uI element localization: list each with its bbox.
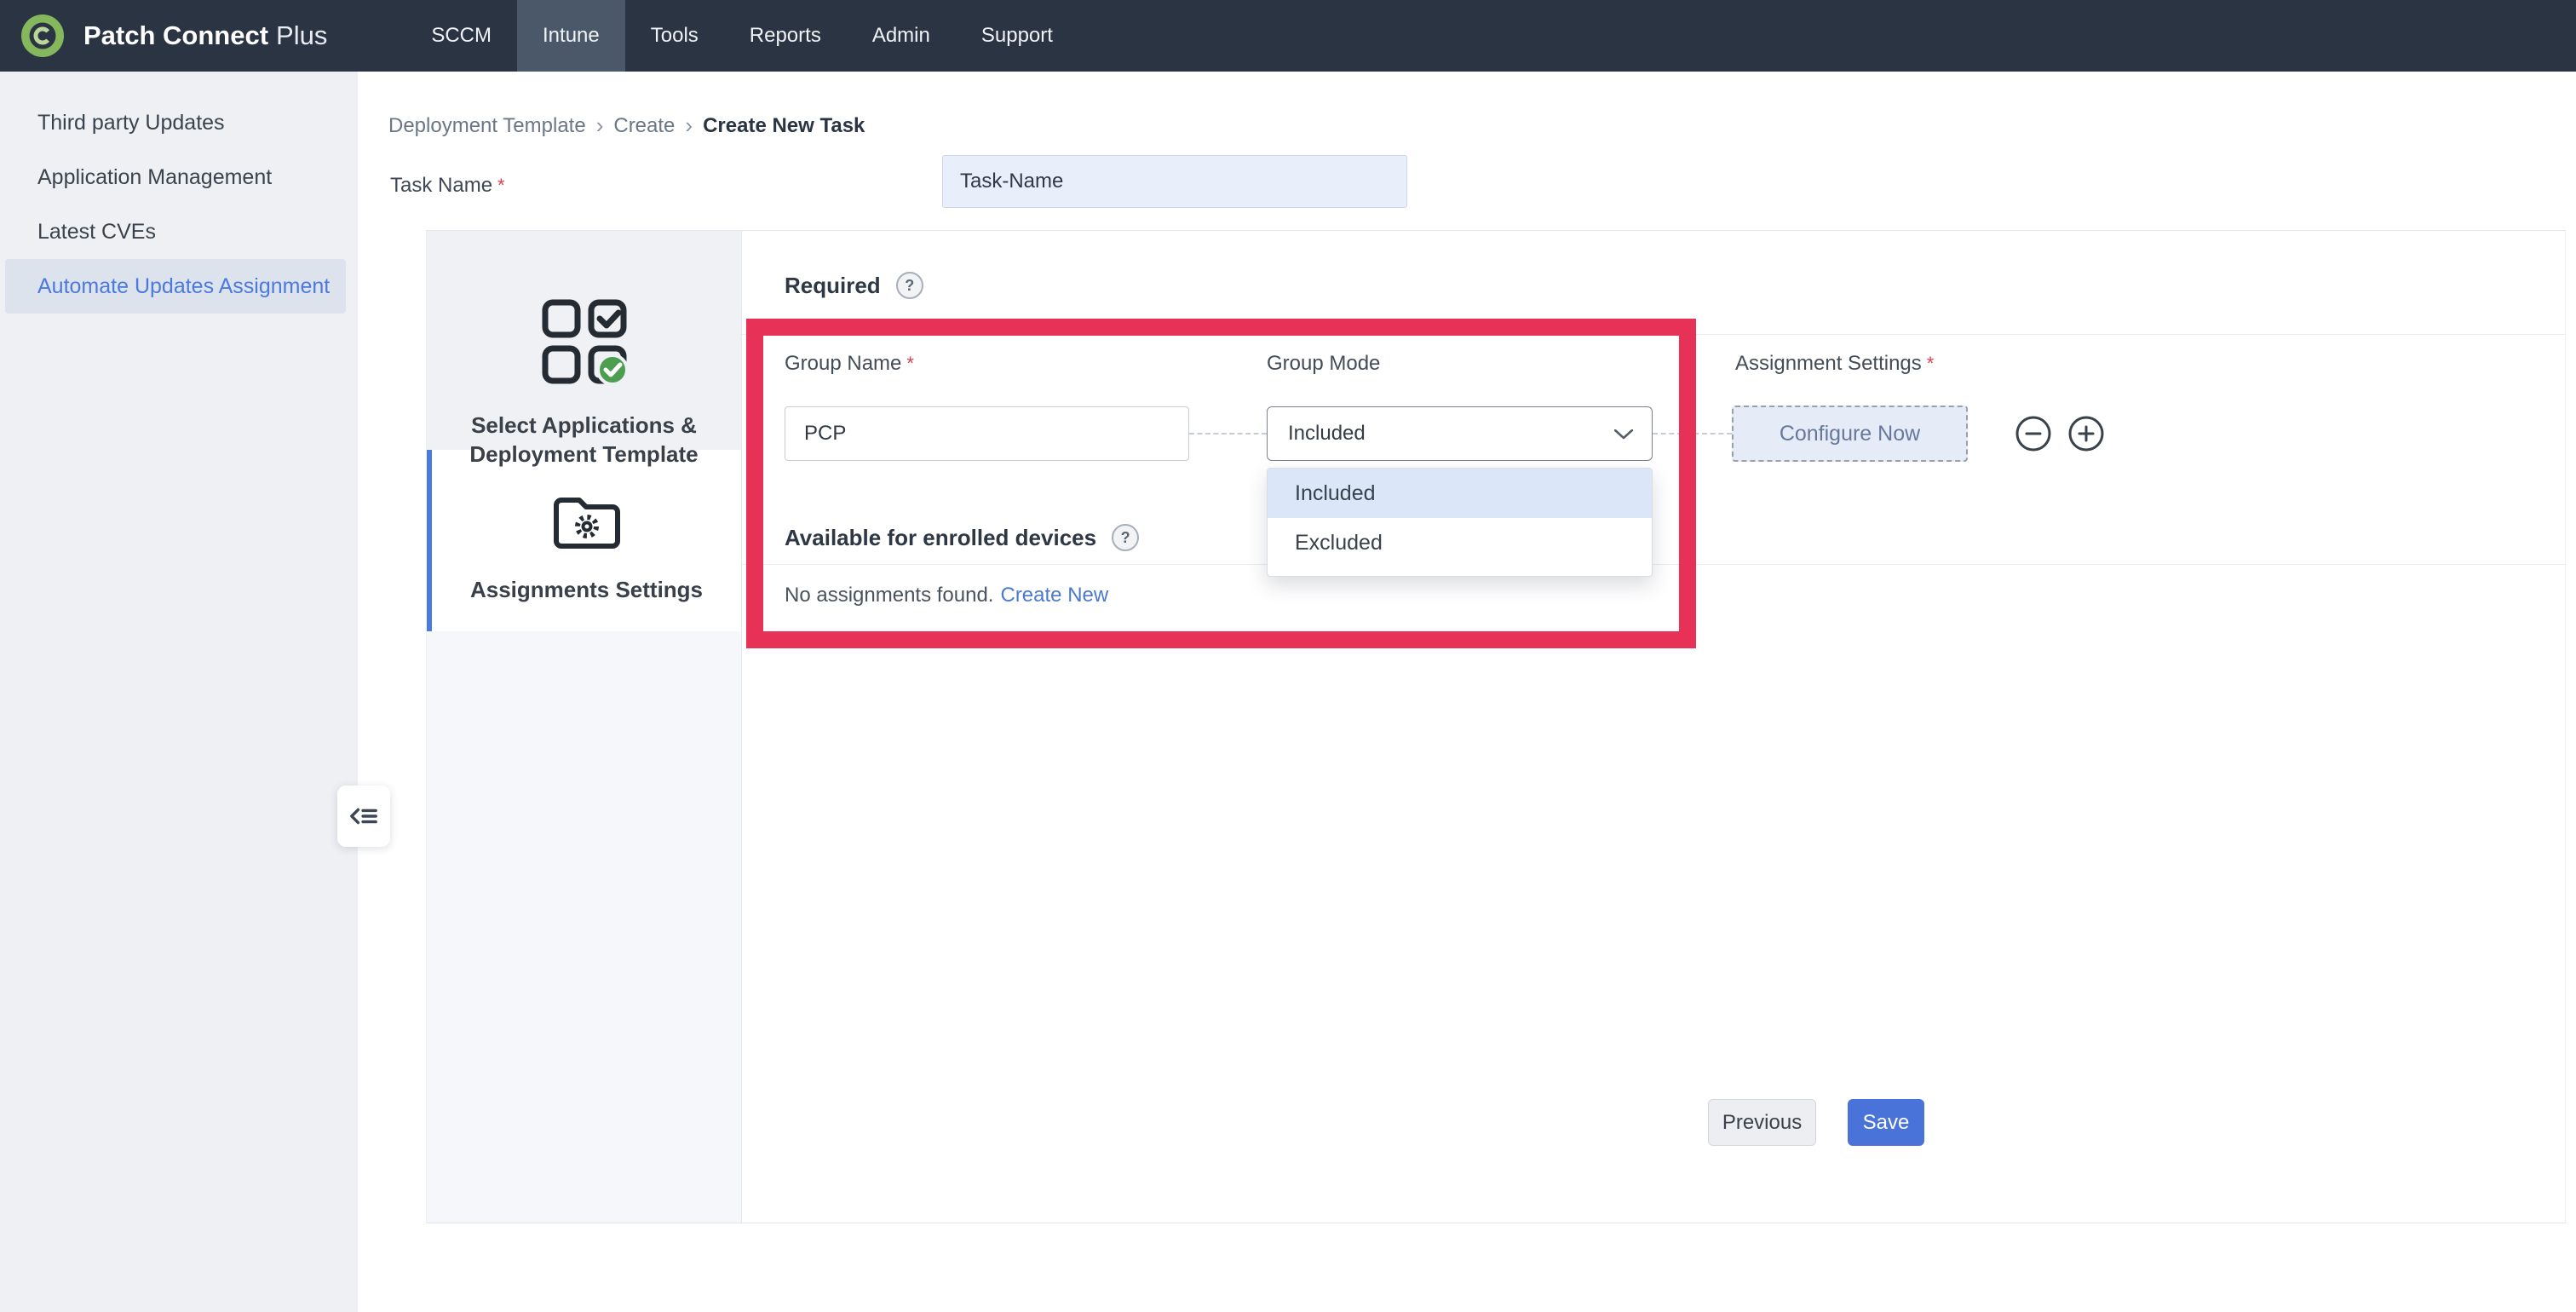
group-mode-select[interactable]: Included xyxy=(1267,406,1653,461)
assignments-settings-panel: Required ? Group Name* Group Mode Assign… xyxy=(742,231,2565,1223)
wizard-step-column: Select Applications & Deployment Templat… xyxy=(427,231,742,1223)
nav-item-sccm[interactable]: SCCM xyxy=(405,0,517,72)
breadcrumb-separator-icon: › xyxy=(596,112,604,139)
nav-item-tools[interactable]: Tools xyxy=(625,0,724,72)
group-mode-selected-value: Included xyxy=(1288,422,1366,445)
main-menu: SCCM Intune Tools Reports Admin Support xyxy=(405,0,1078,72)
top-navbar: Patch Connect Plus SCCM Intune Tools Repo… xyxy=(0,0,2576,72)
required-asterisk: * xyxy=(906,353,914,374)
required-section-title: Required xyxy=(785,273,881,299)
folder-gear-icon xyxy=(552,494,622,550)
sidebar-item-latest-cves[interactable]: Latest CVEs xyxy=(5,204,346,259)
required-section-header: Required ? xyxy=(785,272,923,299)
sidebar-collapse-button[interactable] xyxy=(337,785,390,847)
group-name-label: Group Name* xyxy=(785,352,914,376)
save-button[interactable]: Save xyxy=(1848,1099,1924,1146)
apps-grid-check-icon xyxy=(540,297,629,386)
no-assignments-text: No assignments found. xyxy=(785,584,993,607)
nav-item-support[interactable]: Support xyxy=(956,0,1078,72)
field-connector-line xyxy=(1653,433,1732,434)
create-task-card: Select Applications & Deployment Templat… xyxy=(426,230,2566,1223)
remove-assignment-button[interactable] xyxy=(2015,415,2052,452)
app-title: Patch Connect Plus xyxy=(83,20,327,51)
dropdown-option-included[interactable]: Included xyxy=(1268,469,1652,518)
add-assignment-button[interactable] xyxy=(2067,415,2105,452)
breadcrumb-separator-icon: › xyxy=(685,112,693,139)
sidebar-item-application-management[interactable]: Application Management xyxy=(5,150,346,204)
breadcrumb-create-new-task: Create New Task xyxy=(703,114,865,138)
previous-button[interactable]: Previous xyxy=(1708,1099,1816,1146)
app-title-bold: Patch Connect xyxy=(83,20,268,50)
step1-label: Select Applications & Deployment Templat… xyxy=(427,411,741,469)
step-select-applications[interactable]: Select Applications & Deployment Templat… xyxy=(427,231,741,450)
task-name-label: Task Name* xyxy=(390,174,505,198)
create-new-link[interactable]: Create New xyxy=(1000,584,1108,607)
nav-item-admin[interactable]: Admin xyxy=(847,0,956,72)
breadcrumb-create[interactable]: Create xyxy=(613,114,675,138)
required-asterisk: * xyxy=(497,175,505,196)
assignment-settings-label: Assignment Settings* xyxy=(1735,352,1934,376)
help-icon[interactable]: ? xyxy=(1112,524,1139,551)
configure-now-button[interactable]: Configure Now xyxy=(1732,406,1968,462)
step-completed-badge-icon xyxy=(598,355,627,384)
app-title-light: Plus xyxy=(276,20,327,50)
group-mode-label: Group Mode xyxy=(1267,352,1380,376)
sidebar-item-third-party-updates[interactable]: Third party Updates xyxy=(5,95,346,150)
step-assignments-settings[interactable]: Assignments Settings xyxy=(427,450,741,631)
step2-label: Assignments Settings xyxy=(432,575,741,604)
dropdown-option-excluded[interactable]: Excluded xyxy=(1268,518,1652,567)
section-divider xyxy=(742,564,2565,565)
breadcrumb: Deployment Template › Create › Create Ne… xyxy=(388,112,865,139)
no-assignments-row: No assignments found. Create New xyxy=(785,584,1108,607)
chevron-down-icon xyxy=(1614,429,1633,440)
group-mode-dropdown: Included Excluded xyxy=(1267,468,1653,577)
group-name-input[interactable] xyxy=(785,406,1189,461)
section-divider xyxy=(742,334,2565,335)
sidebar-item-automate-updates-assignment[interactable]: Automate Updates Assignment xyxy=(5,259,346,314)
brand-logo-icon[interactable] xyxy=(19,12,66,60)
breadcrumb-deployment-template[interactable]: Deployment Template xyxy=(388,114,586,138)
enrolled-devices-header: Available for enrolled devices ? xyxy=(785,524,1139,551)
collapse-sidebar-icon xyxy=(349,803,378,829)
task-name-input[interactable] xyxy=(942,155,1407,208)
patch-connect-plus-app: Patch Connect Plus SCCM Intune Tools Repo… xyxy=(0,0,2576,1312)
nav-item-reports[interactable]: Reports xyxy=(724,0,847,72)
enrolled-devices-title: Available for enrolled devices xyxy=(785,525,1096,551)
field-connector-line xyxy=(1189,433,1267,434)
sidebar: Third party Updates Application Manageme… xyxy=(0,72,358,1312)
help-icon[interactable]: ? xyxy=(896,272,923,299)
required-asterisk: * xyxy=(1927,353,1935,374)
nav-item-intune[interactable]: Intune xyxy=(517,0,625,72)
